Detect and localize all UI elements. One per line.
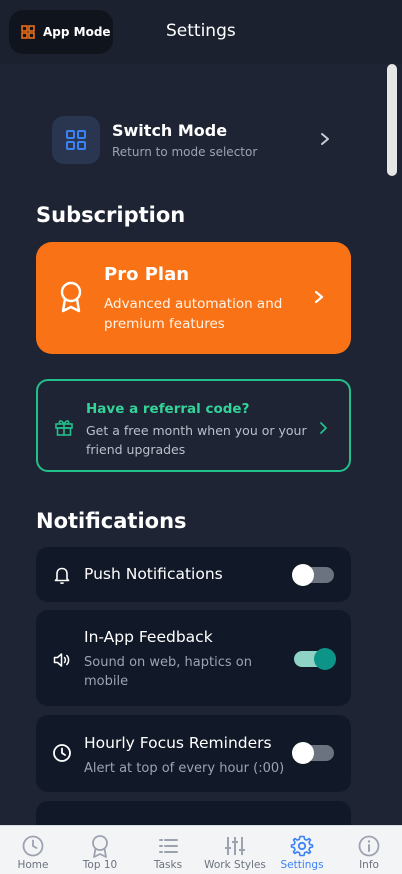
clock-icon <box>22 835 44 857</box>
clock-icon <box>53 744 71 762</box>
nav-home[interactable]: Home <box>15 826 51 874</box>
switch-mode-subtitle: Return to mode selector <box>112 145 258 159</box>
chevron-right-icon <box>314 290 324 304</box>
gear-icon <box>290 835 314 857</box>
toggle-knob <box>292 742 314 764</box>
page-title: Settings <box>166 21 236 41</box>
chevron-right-icon <box>321 133 329 145</box>
grid-icon <box>21 25 35 39</box>
nav-top-10-label: Top 10 <box>82 859 118 871</box>
grid-icon <box>52 116 100 164</box>
nav-tasks-label: Tasks <box>153 859 183 871</box>
toggle-knob <box>292 564 314 586</box>
subscription-heading: Subscription <box>36 203 186 227</box>
nav-top-10[interactable]: Top 10 <box>80 826 120 874</box>
pro-plan-subtitle: Advanced automation and premium features <box>104 296 283 332</box>
referral-title: Have a referral code? <box>86 401 250 417</box>
nav-info-label: Info <box>359 859 379 871</box>
in-app-feedback-toggle[interactable] <box>294 648 336 670</box>
list-icon <box>159 839 178 853</box>
gift-icon <box>55 420 73 436</box>
toggle-knob <box>314 648 336 670</box>
push-notifications-row: Push Notifications <box>36 547 351 602</box>
nav-settings[interactable]: Settings <box>280 826 324 874</box>
app-mode-label: App Mode <box>43 25 111 39</box>
award-icon <box>60 281 82 313</box>
nav-settings-label: Settings <box>280 859 324 871</box>
scrollbar-thumb[interactable] <box>387 64 397 176</box>
volume-icon <box>53 653 70 667</box>
hourly-focus-reminders-label: Hourly Focus Reminders <box>84 734 272 752</box>
bell-icon <box>54 567 70 585</box>
referral-subtitle: Get a free month when you or your friend… <box>86 423 307 457</box>
in-app-feedback-subtitle: Sound on web, haptics on mobile <box>84 655 252 689</box>
push-notifications-label: Push Notifications <box>84 565 223 583</box>
nav-info[interactable]: Info <box>354 826 384 874</box>
in-app-feedback-row: In-App Feedback Sound on web, haptics on… <box>36 610 351 706</box>
notifications-heading: Notifications <box>36 509 187 533</box>
hourly-focus-reminders-subtitle: Alert at top of every hour (:00) <box>84 761 285 776</box>
switch-mode-row[interactable]: Switch Mode Return to mode selector <box>52 116 342 164</box>
top-header: App Mode Settings <box>0 0 402 64</box>
info-icon <box>358 835 380 857</box>
hourly-focus-reminders-toggle[interactable] <box>292 742 334 764</box>
nav-work-styles-label: Work Styles <box>204 859 266 871</box>
nav-tasks[interactable]: Tasks <box>150 826 186 874</box>
push-notifications-toggle[interactable] <box>292 564 334 586</box>
switch-mode-title: Switch Mode <box>112 121 228 140</box>
chevron-right-icon <box>320 422 327 434</box>
bottom-nav: Home Top 10 Tasks Work Styles Settings I… <box>0 825 402 874</box>
app-mode-button[interactable]: App Mode <box>9 10 113 54</box>
referral-card[interactable]: Have a referral code? Get a free month w… <box>36 379 351 472</box>
pro-plan-card[interactable]: Pro Plan Advanced automation and premium… <box>36 242 351 354</box>
in-app-feedback-label: In-App Feedback <box>84 628 213 646</box>
nav-home-label: Home <box>17 859 49 871</box>
nav-work-styles[interactable]: Work Styles <box>204 826 266 874</box>
pro-plan-title: Pro Plan <box>104 264 190 285</box>
hourly-focus-reminders-row: Hourly Focus Reminders Alert at top of e… <box>36 715 351 792</box>
sliders-icon <box>225 837 245 855</box>
award-icon <box>92 835 108 858</box>
